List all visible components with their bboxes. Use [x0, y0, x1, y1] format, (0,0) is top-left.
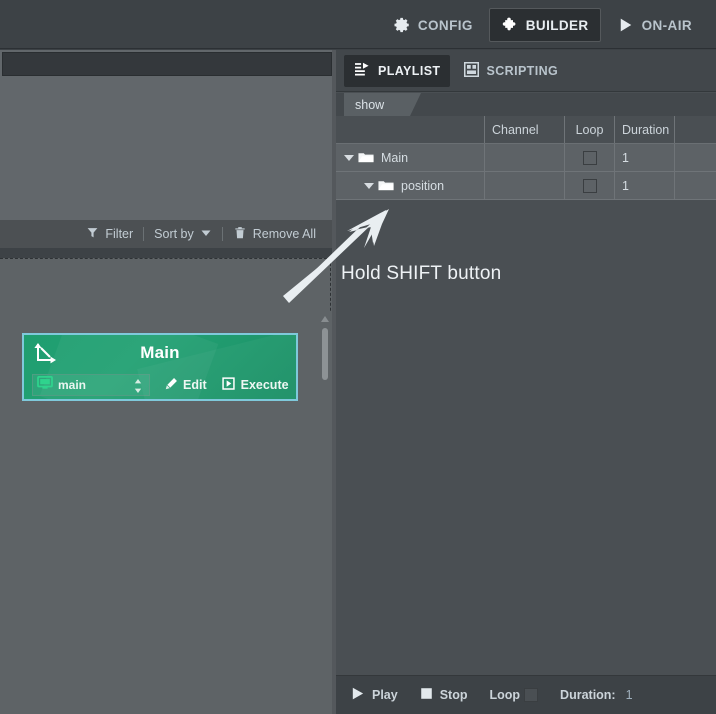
annotation-text: Hold SHIFT button	[341, 263, 502, 284]
row-name-label: position	[401, 178, 445, 193]
col-header-name	[336, 116, 485, 143]
col-header-channel: Channel	[485, 116, 565, 143]
nav-on-air[interactable]: ON-AIR	[605, 8, 704, 42]
app-window: CONFIG BUILDER ON-AIR Filter Sort by Rem…	[0, 0, 716, 714]
play-label: Play	[372, 688, 398, 702]
stop-label: Stop	[439, 688, 468, 702]
row-loop-cell[interactable]	[565, 172, 615, 199]
trash-icon	[233, 226, 247, 243]
filter-label: Filter	[105, 227, 134, 241]
col-header-extra	[675, 116, 716, 143]
left-panel: Filter Sort by Remove All Main main Edit…	[0, 50, 336, 714]
card-edit-label: Edit	[183, 378, 207, 392]
col-header-loop: Loop	[565, 116, 615, 143]
loop-control[interactable]: Loop	[490, 688, 539, 702]
loop-checkbox[interactable]	[582, 178, 597, 193]
scroll-up-icon[interactable]	[321, 316, 329, 322]
row-channel-cell	[485, 172, 565, 199]
card-controls: main Edit Execute	[32, 374, 290, 396]
triangle-down-icon[interactable]	[364, 182, 374, 189]
execute-icon	[221, 376, 236, 394]
play-button[interactable]: Play	[350, 686, 398, 704]
row-name-cell[interactable]: position	[336, 172, 485, 199]
card-title: Main	[140, 343, 180, 362]
playlist-card-main[interactable]: Main main Edit Execute	[22, 333, 298, 401]
row-extra-cell	[675, 172, 716, 199]
card-execute-button[interactable]: Execute	[221, 376, 289, 394]
col-header-duration: Duration	[615, 116, 675, 143]
play-icon	[350, 686, 365, 704]
nav-builder-label: BUILDER	[525, 17, 589, 33]
pencil-icon	[164, 377, 178, 394]
nav-builder[interactable]: BUILDER	[488, 8, 601, 42]
show-tab[interactable]: show	[344, 93, 421, 116]
nav-on-air-label: ON-AIR	[641, 17, 692, 33]
transport-bar: Play Stop Loop Duration: 1	[336, 675, 716, 714]
stop-button[interactable]: Stop	[420, 687, 468, 703]
row-name-label: Main	[381, 150, 409, 165]
duration-label: Duration:	[560, 688, 616, 702]
tab-playlist[interactable]: PLAYLIST	[344, 54, 451, 87]
monitor-icon	[37, 375, 53, 395]
left-panel-empty-area	[0, 76, 332, 221]
triangle-down-icon[interactable]	[344, 154, 354, 161]
scripting-icon	[464, 61, 480, 80]
loop-checkbox[interactable]	[582, 150, 597, 165]
card-edit-button[interactable]: Edit	[164, 377, 207, 394]
play-icon	[617, 16, 635, 34]
nav-config[interactable]: CONFIG	[381, 8, 485, 42]
card-channel-value: main	[58, 378, 87, 392]
puzzle-icon	[501, 16, 519, 34]
duration-value: 1	[625, 688, 633, 702]
card-execute-label: Execute	[240, 378, 289, 392]
show-tab-label: show	[355, 97, 385, 112]
main-nav: CONFIG BUILDER ON-AIR	[381, 8, 704, 42]
vertical-scrollbar[interactable]	[318, 312, 332, 714]
loop-checkbox[interactable]	[524, 688, 539, 702]
left-panel-separator	[0, 248, 332, 258]
sort-by-label: Sort by	[154, 227, 194, 241]
table-row[interactable]: Main 1	[336, 144, 716, 172]
chevron-down-icon	[200, 227, 212, 242]
row-channel-cell	[485, 144, 565, 171]
row-duration-cell[interactable]: 1	[615, 144, 675, 171]
spinner-icon[interactable]	[133, 378, 143, 399]
nav-config-label: CONFIG	[417, 17, 473, 33]
card-channel-select[interactable]: main	[32, 374, 150, 396]
left-panel-header	[2, 52, 332, 76]
remove-all-label: Remove All	[252, 227, 316, 241]
row-name-cell[interactable]: Main	[336, 144, 485, 171]
tab-playlist-label: PLAYLIST	[378, 63, 441, 78]
filter-button[interactable]: Filter	[76, 223, 143, 245]
scrollbar-thumb[interactable]	[322, 328, 328, 380]
funnel-icon	[86, 226, 99, 242]
tab-scripting-label: SCRIPTING	[486, 63, 559, 78]
folder-icon	[378, 179, 394, 192]
show-tab-strip: show	[336, 93, 716, 116]
gear-icon	[393, 16, 411, 34]
tab-scripting[interactable]: SCRIPTING	[454, 55, 568, 87]
row-extra-cell	[675, 144, 716, 171]
loop-label: Loop	[489, 688, 521, 702]
row-loop-cell[interactable]	[565, 144, 615, 171]
playlist-icon	[354, 62, 371, 80]
left-toolbar: Filter Sort by Remove All	[0, 220, 332, 248]
duration-display: Duration: 1	[560, 688, 633, 702]
folder-icon	[358, 151, 374, 164]
table-header-row: Channel Loop Duration	[336, 116, 716, 144]
stop-icon	[420, 687, 433, 703]
sort-by-button[interactable]: Sort by	[144, 224, 222, 245]
right-panel: PLAYLIST SCRIPTING show Channel Loop Dur…	[336, 50, 716, 714]
top-toolbar: CONFIG BUILDER ON-AIR	[0, 0, 716, 49]
card-list-area	[0, 258, 332, 714]
right-tabbar: PLAYLIST SCRIPTING	[336, 50, 716, 92]
row-duration-cell[interactable]: 1	[615, 172, 675, 199]
remove-all-button[interactable]: Remove All	[223, 223, 326, 246]
table-row[interactable]: position 1	[336, 172, 716, 200]
